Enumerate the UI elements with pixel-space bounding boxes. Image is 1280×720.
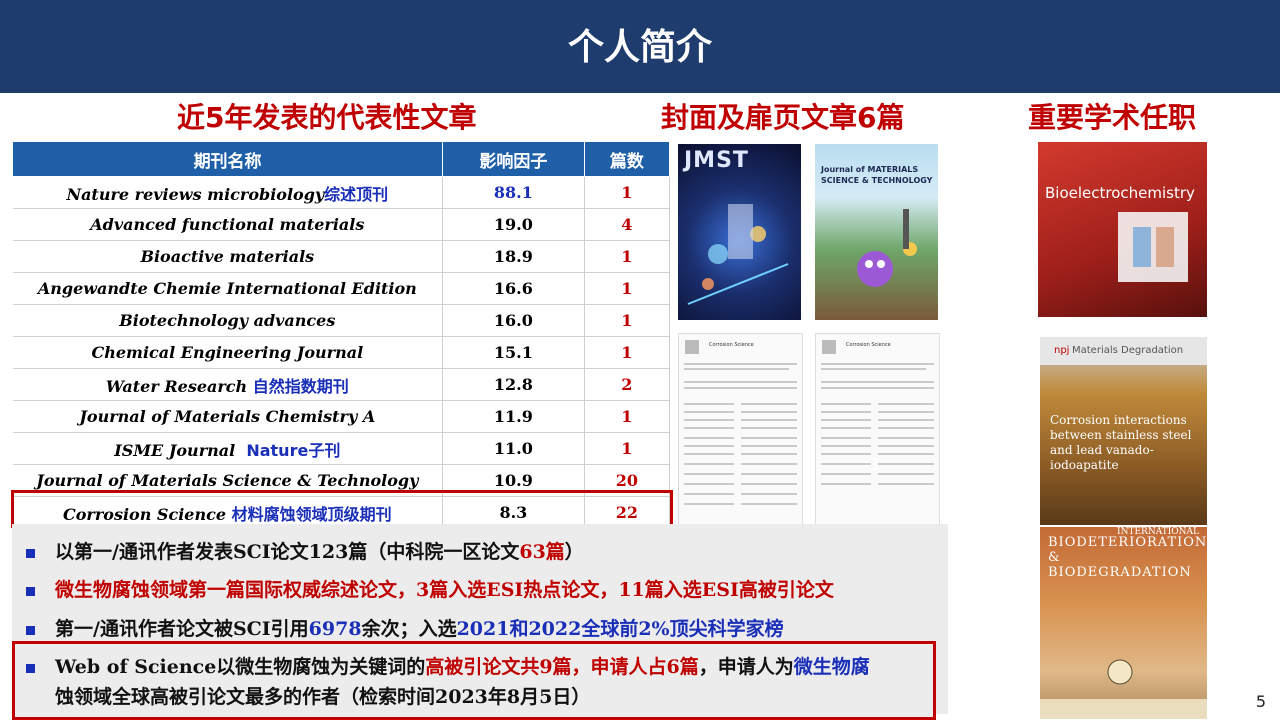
impact-factor-cell: 15.1 — [442, 336, 585, 369]
table-row: Bioactive materials 18.9 1 — [12, 240, 671, 273]
cover-ibb: INTERNATIONAL BIODETERIORATION & BIODEGR… — [1040, 527, 1207, 719]
bullet-wos-text: Web of Science以微生物腐蚀为关键词的 — [55, 656, 426, 678]
bullet-papers-end: ） — [564, 541, 584, 563]
bullet-papers: 以第一/通讯作者发表SCI论文123篇（中科院一区论文63篇） — [26, 537, 584, 564]
bullet-wos-author: 微生物腐 — [793, 656, 870, 678]
table-row: Water Research 自然指数期刊 12.8 2 — [12, 368, 671, 401]
bullet-wos-mid: ，申请人为 — [698, 656, 794, 678]
bullet-review-text: 微生物腐蚀领域第一篇国际权威综述论文，3篇入选ESI热点论文，11篇入选ESI高… — [55, 579, 834, 601]
journal-name: Nature reviews microbiology — [66, 184, 325, 204]
npj-logo: npj — [1054, 345, 1070, 356]
journal-name-cell: Nature reviews microbiology综述顶刊 — [12, 176, 444, 209]
highlight-box-corrosion-science — [11, 490, 673, 528]
impact-factor-cell: 11.0 — [442, 432, 585, 465]
journal-note: 综述顶刊 — [324, 184, 389, 204]
impact-factor-cell: 12.8 — [442, 368, 585, 401]
journal-table: 期刊名称 影响因子 篇数 Nature reviews microbiology… — [11, 141, 671, 529]
journal-name-cell: Bioactive materials — [12, 240, 444, 273]
impact-factor-cell: 18.9 — [442, 240, 585, 273]
table-row: Nature reviews microbiology综述顶刊 88.1 1 — [12, 176, 671, 209]
npj-article-title: Corrosion interactions between stainless… — [1050, 413, 1192, 472]
journal-name-cell: Water Research 自然指数期刊 — [12, 368, 444, 401]
cover-image-jmst-2: Journal of MATERIALS SCIENCE & TECHNOLOG… — [815, 144, 938, 320]
count-cell: 1 — [584, 432, 671, 465]
bullet-citations-ranking: 2021和2022全球前2%顶尖科学家榜 — [456, 618, 784, 640]
count-cell: 1 — [584, 336, 671, 369]
bullet-marker — [26, 625, 35, 635]
bullet-citations-text: 第一/通讯作者论文被SCI引用 — [55, 618, 309, 640]
journal-name-cell: ISME Journal Nature子刊 — [12, 432, 444, 465]
journal-name: Chemical Engineering Journal — [91, 343, 364, 362]
cover-jmst-art — [687, 204, 789, 305]
impact-factor-cell: 16.0 — [442, 304, 585, 337]
table-row: Journal of Materials Chemistry A 11.9 1 — [12, 400, 671, 433]
table-row: ISME Journal Nature子刊 11.0 1 — [12, 432, 671, 465]
count-cell: 2 — [584, 368, 671, 401]
journal-name: Angewandte Chemie International Edition — [37, 279, 417, 298]
journal-name: Water Research — [105, 376, 248, 396]
count-cell: 4 — [584, 208, 671, 241]
bullet-marker — [26, 548, 35, 558]
bullet-papers-text: 以第一/通讯作者发表SCI论文123篇（中科院一区论文 — [55, 541, 520, 563]
paper2-text-lines — [821, 340, 934, 485]
col-header-impact-factor: 影响因子 — [442, 141, 585, 177]
bioelectro-figure — [1038, 212, 1207, 335]
cover-npj-materials-degradation: npj Materials Degradation Corrosion inte… — [1040, 337, 1207, 525]
bullet-wos-highcited: 高被引论文共9篇，申请人占6篇 — [425, 656, 699, 678]
journal-name-cell: Biotechnology advances — [12, 304, 444, 337]
page-number: 5 — [1255, 692, 1266, 711]
journal-name-cell: Chemical Engineering Journal — [12, 336, 444, 369]
journal-name-cell: Journal of Materials Chemistry A — [12, 400, 444, 433]
npj-title: Materials Degradation — [1072, 345, 1184, 356]
count-cell: 1 — [584, 240, 671, 273]
cover-paper-1: Corrosion Science — [678, 333, 803, 525]
title-bar: 个人简介 — [0, 0, 1280, 93]
journal-note: Nature子刊 — [246, 440, 341, 460]
table-row: Biotechnology advances 16.0 1 — [12, 304, 671, 337]
ibb-art — [1040, 659, 1207, 719]
journal-name-cell: Angewandte Chemie International Edition — [12, 272, 444, 305]
impact-factor-cell: 11.9 — [442, 400, 585, 433]
col-header-count: 篇数 — [583, 141, 671, 177]
impact-factor-cell: 16.6 — [442, 272, 585, 305]
journal-name: ISME Journal — [114, 440, 236, 460]
journal-name: Advanced functional materials — [90, 215, 365, 234]
journal-name: Journal of Materials Chemistry A — [79, 407, 376, 426]
cover-paper-2: Corrosion Science — [815, 333, 940, 525]
section-title-roles: 重要学术任职 — [1028, 101, 1197, 134]
table-row: Chemical Engineering Journal 15.1 1 — [12, 336, 671, 369]
bullet-citations-mid: 余次；入选 — [361, 618, 457, 640]
bullet-papers-count: 63篇 — [519, 541, 565, 563]
cover-image-jmst: JMST — [678, 144, 801, 320]
col-header-journal: 期刊名称 — [11, 141, 444, 177]
bullet-wos: Web of Science以微生物腐蚀为关键词的高被引论文共9篇，申请人占6篇… — [26, 652, 870, 679]
section-title-articles: 近5年发表的代表性文章 — [177, 101, 477, 134]
bullet-marker — [26, 663, 35, 673]
table-header-row: 期刊名称 影响因子 篇数 — [11, 141, 671, 177]
count-cell: 1 — [584, 176, 671, 209]
journal-name-cell: Advanced functional materials — [12, 208, 444, 241]
journal-name: Biotechnology advances — [119, 311, 336, 330]
bullet-wos-line2: 蚀领域全球高被引论文最多的作者（检索时间2023年8月5日） — [55, 686, 591, 708]
bullet-citations: 第一/通讯作者论文被SCI引用6978余次；入选2021和2022全球前2%顶尖… — [26, 614, 784, 641]
cover-jmst2-art — [857, 209, 917, 287]
table-row: Advanced functional materials 19.0 4 — [12, 208, 671, 241]
table-row: Angewandte Chemie International Edition … — [12, 272, 671, 305]
bullet-marker — [26, 586, 35, 596]
count-cell: 1 — [584, 304, 671, 337]
page-title: 个人简介 — [567, 27, 712, 68]
cover-bioelectrochemistry: Bioelectrochemistry — [1038, 142, 1207, 335]
journal-note: 自然指数期刊 — [252, 376, 349, 396]
count-cell: 1 — [584, 400, 671, 433]
count-cell: 1 — [584, 272, 671, 305]
bullet-review: 微生物腐蚀领域第一篇国际权威综述论文，3篇入选ESI热点论文，11篇入选ESI高… — [26, 575, 834, 602]
impact-factor-cell: 19.0 — [442, 208, 585, 241]
journal-name: Bioactive materials — [140, 247, 315, 266]
section-title-covers: 封面及扉页文章6篇 — [661, 101, 905, 134]
impact-factor-cell: 88.1 — [442, 176, 585, 209]
paper1-text-lines — [684, 340, 797, 505]
journal-name: Journal of Materials Science & Technolog… — [36, 471, 419, 490]
bullet-citations-count: 6978 — [308, 618, 362, 640]
